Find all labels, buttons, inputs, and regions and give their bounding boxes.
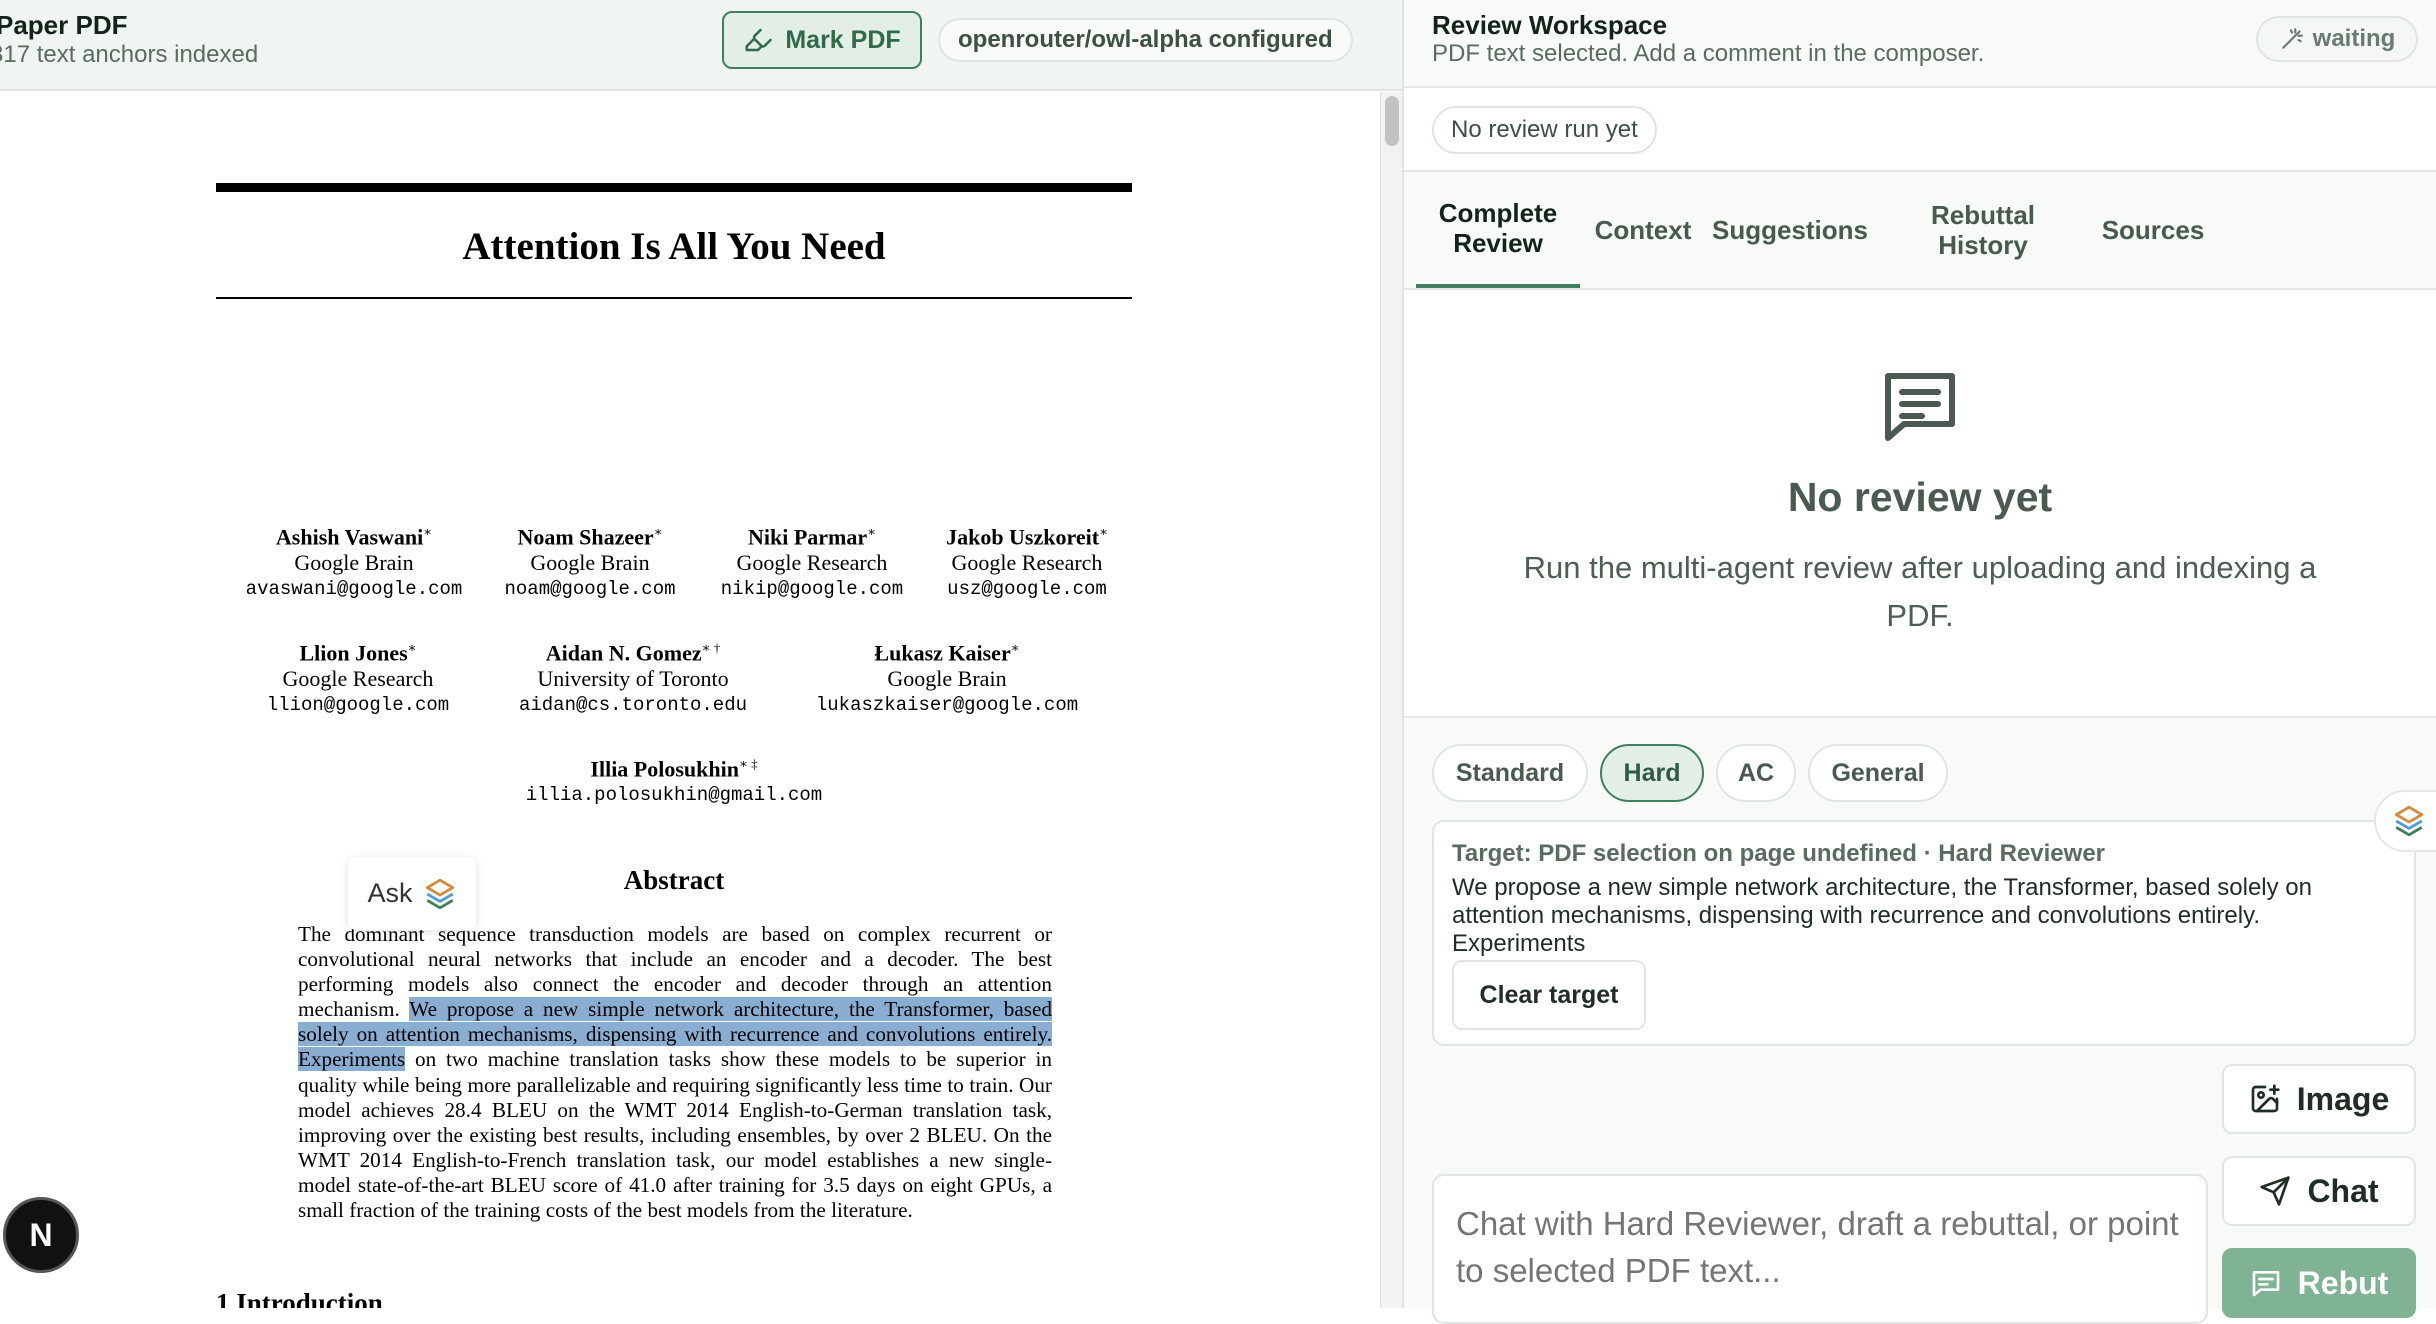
- chat-input[interactable]: [1432, 1174, 2208, 1324]
- author-affiliation: Google Research: [282, 666, 434, 692]
- chat-button-label: Chat: [2307, 1172, 2379, 1209]
- author-mark: ∗: [653, 524, 663, 539]
- author-affiliation: Google Research: [951, 550, 1103, 576]
- highlighter-icon: [745, 28, 773, 52]
- author-email: nikip@google.com: [720, 578, 904, 601]
- stack-logo-icon: [425, 878, 454, 909]
- author-block: Aidan N. Gomez∗ † University of Toronto …: [500, 635, 766, 718]
- tab-suggestions[interactable]: Suggestions: [1704, 172, 1876, 288]
- author-affiliation: Google Brain: [887, 666, 1007, 692]
- paper-title: Attention Is All You Need: [462, 225, 886, 268]
- mode-standard[interactable]: Standard: [1432, 744, 1588, 802]
- ask-label: Ask: [367, 878, 413, 908]
- author-email: usz@google.com: [947, 578, 1107, 601]
- pdf-scrollbar[interactable]: [1380, 92, 1402, 1308]
- author-name: Jakob Uszkoreit: [946, 524, 1100, 550]
- pdf-scrollbar-thumb[interactable]: [1385, 96, 1399, 146]
- message-square-icon: [1885, 373, 1955, 441]
- chat-button[interactable]: Chat: [2222, 1156, 2416, 1226]
- author-affiliation: University of Toronto: [537, 666, 729, 692]
- author-email: lukaszkaiser@google.com: [815, 694, 1079, 717]
- author-affiliation: Google Research: [736, 550, 888, 576]
- mode-ac[interactable]: AC: [1716, 744, 1796, 802]
- author-email: noam@google.com: [504, 578, 676, 601]
- section-heading: 1 Introduction: [216, 1288, 383, 1308]
- assistant-launcher[interactable]: [2374, 790, 2436, 852]
- author-mark: ∗: [423, 524, 433, 539]
- image-plus-icon: [2251, 1084, 2280, 1113]
- status-badge: waiting: [2256, 16, 2418, 62]
- author-mark: ∗: [1099, 524, 1108, 539]
- author-block: Ashish Vaswani∗ Google Brain avaswani@go…: [234, 519, 474, 602]
- clear-target-button[interactable]: Clear target: [1452, 960, 1646, 1030]
- review-tabs: Complete Review Context Suggestions Rebu…: [1404, 172, 2436, 290]
- author-mark: ∗: [867, 524, 876, 539]
- ask-selection-button[interactable]: Ask: [348, 857, 476, 930]
- message-text-icon: [2252, 1271, 2280, 1297]
- author-block: Illia Polosukhin∗ ‡ illia.polosukhin@gma…: [500, 751, 848, 808]
- author-email: aidan@cs.toronto.edu: [518, 694, 748, 717]
- author-name: Noam Shazeer: [517, 524, 654, 550]
- abstract-text[interactable]: The dominant sequence transduction model…: [298, 922, 1052, 1223]
- image-button-label: Image: [2296, 1080, 2390, 1117]
- author-affiliation: Google Brain: [530, 550, 650, 576]
- empty-state-description: Run the multi-agent review after uploadi…: [1523, 550, 2317, 633]
- model-status-badge: openrouter/owl-alpha configured: [938, 18, 1353, 62]
- mark-pdf-label: Mark PDF: [785, 25, 901, 54]
- pdf-pane-title: Paper PDF: [0, 10, 128, 40]
- author-mark: ∗ †: [701, 640, 721, 655]
- status-label: waiting: [2312, 25, 2396, 52]
- author-name: Niki Parmar: [748, 524, 868, 550]
- author-name: Łukasz Kaiser: [874, 640, 1011, 666]
- author-name: Llion Jones: [299, 640, 408, 666]
- tab-sources[interactable]: Sources: [2094, 172, 2212, 288]
- send-icon: [2260, 1176, 2291, 1206]
- author-block: Łukasz Kaiser∗ Google Brain lukaszkaiser…: [802, 635, 1092, 718]
- rebut-button-label: Rebut: [2297, 1264, 2389, 1301]
- title-rule-top: [216, 183, 1132, 192]
- empty-state-title: No review yet: [1787, 474, 2053, 520]
- mark-pdf-button[interactable]: Mark PDF: [722, 11, 922, 69]
- author-block: Noam Shazeer∗ Google Brain noam@google.c…: [490, 519, 690, 602]
- abstract-text-after: on two machine translation tasks show th…: [298, 1047, 1052, 1223]
- magic-wand-icon: [2281, 28, 2303, 49]
- author-name: Ashish Vaswani: [275, 524, 424, 550]
- author-mark: ∗: [1010, 640, 1020, 655]
- author-block: Jakob Uszkoreit∗ Google Research usz@goo…: [930, 519, 1124, 602]
- target-card: Target: PDF selection on page undefined …: [1432, 820, 2416, 1046]
- target-text: We propose a new simple network architec…: [1452, 874, 2312, 957]
- author-name: Aidan N. Gomez: [545, 640, 702, 666]
- mode-general[interactable]: General: [1808, 744, 1948, 802]
- author-name: Illia Polosukhin: [590, 756, 739, 782]
- author-block: Llion Jones∗ Google Research llion@googl…: [248, 635, 468, 718]
- mode-hard[interactable]: Hard: [1600, 744, 1704, 802]
- tab-rebuttal-history[interactable]: Rebuttal History: [1904, 172, 2062, 288]
- author-email: illia.polosukhin@gmail.com: [525, 784, 823, 807]
- tab-complete-review[interactable]: Complete Review: [1416, 172, 1580, 288]
- review-header: Review Workspace PDF text selected. Add …: [1404, 0, 2436, 88]
- author-affiliation: Google Brain: [294, 550, 414, 576]
- next-dev-badge[interactable]: N: [3, 1197, 79, 1273]
- author-email: llion@google.com: [266, 694, 450, 717]
- abstract-heading: Abstract: [623, 865, 725, 895]
- run-status-badge: No review run yet: [1432, 106, 1657, 154]
- anchor-count: 317 text anchors indexed: [0, 41, 259, 68]
- author-block: Niki Parmar∗ Google Research nikip@googl…: [712, 519, 912, 602]
- image-button[interactable]: Image: [2222, 1064, 2416, 1134]
- review-status-text: PDF text selected. Add a comment in the …: [1432, 40, 1985, 67]
- pdf-pane: Paper PDF 317 text anchors indexed Mark …: [0, 0, 1402, 1308]
- pdf-viewer[interactable]: Attention Is All You Need Ashish Vaswani…: [0, 92, 1380, 1308]
- target-label: Target: PDF selection on page undefined …: [1452, 840, 2106, 867]
- author-mark: ∗: [407, 640, 417, 655]
- tab-context[interactable]: Context: [1588, 172, 1698, 288]
- author-mark: ∗ ‡: [738, 756, 758, 771]
- review-pane-title: Review Workspace: [1432, 10, 1668, 40]
- pdf-header: Paper PDF 317 text anchors indexed Mark …: [0, 0, 1402, 91]
- review-pane: Review Workspace PDF text selected. Add …: [1404, 0, 2436, 1324]
- author-email: avaswani@google.com: [245, 578, 463, 601]
- title-rule-bottom: [216, 297, 1132, 299]
- stack-logo-icon: [2394, 805, 2424, 837]
